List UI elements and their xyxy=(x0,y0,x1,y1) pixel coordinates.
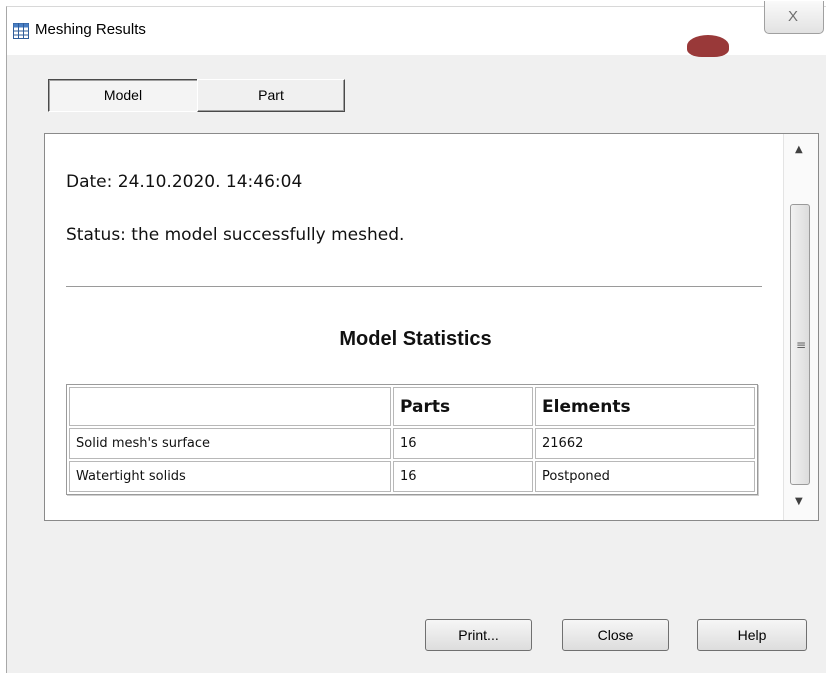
window-title: Meshing Results xyxy=(35,21,146,38)
header-cell-label xyxy=(69,387,391,426)
table-row: Solid mesh's surface 16 21662 xyxy=(69,428,755,459)
tab-model[interactable]: Model xyxy=(48,79,198,112)
row-parts: 16 xyxy=(393,428,533,459)
table-row: Watertight solids 16 Postponed xyxy=(69,461,755,492)
print-button[interactable]: Print... xyxy=(425,619,532,651)
row-label: Watertight solids xyxy=(69,461,391,492)
table-grid-icon xyxy=(13,23,29,39)
grip-icon: ≡ xyxy=(796,338,807,352)
row-label: Solid mesh's surface xyxy=(69,428,391,459)
report-status: Status: the model successfully meshed. xyxy=(66,225,405,245)
row-parts: 16 xyxy=(393,461,533,492)
tab-part[interactable]: Part xyxy=(197,79,345,112)
row-elements: Postponed xyxy=(535,461,755,492)
row-elements: 21662 xyxy=(535,428,755,459)
table-header-row: Parts Elements xyxy=(69,387,755,426)
report-date: Date: 24.10.2020. 14:46:04 xyxy=(66,172,303,192)
header-cell-parts: Parts xyxy=(393,387,533,426)
arrow-down-icon[interactable]: ▼ xyxy=(795,496,803,507)
divider xyxy=(66,286,762,287)
report-content: Date: 24.10.2020. 14:46:04 Status: the m… xyxy=(45,134,779,520)
arrow-up-icon[interactable]: ▲ xyxy=(795,144,803,155)
title-bar: Meshing Results X xyxy=(7,1,826,57)
header-cell-elements: Elements xyxy=(535,387,755,426)
close-button[interactable]: Close xyxy=(562,619,669,651)
scroll-thumb[interactable]: ≡ xyxy=(790,204,810,485)
report-panel: Date: 24.10.2020. 14:46:04 Status: the m… xyxy=(44,133,819,521)
meshing-results-dialog: Meshing Results X Model Part Date: 24.10… xyxy=(6,1,826,673)
close-icon: X xyxy=(788,8,799,25)
window-close-button[interactable]: X xyxy=(764,1,824,34)
vertical-scrollbar[interactable]: ▲ ≡ ▼ xyxy=(783,134,818,520)
stats-table: Parts Elements Solid mesh's surface 16 2… xyxy=(66,384,758,495)
stats-title: Model Statistics xyxy=(339,328,492,350)
red-smudge xyxy=(687,35,729,57)
help-button[interactable]: Help xyxy=(697,619,807,651)
